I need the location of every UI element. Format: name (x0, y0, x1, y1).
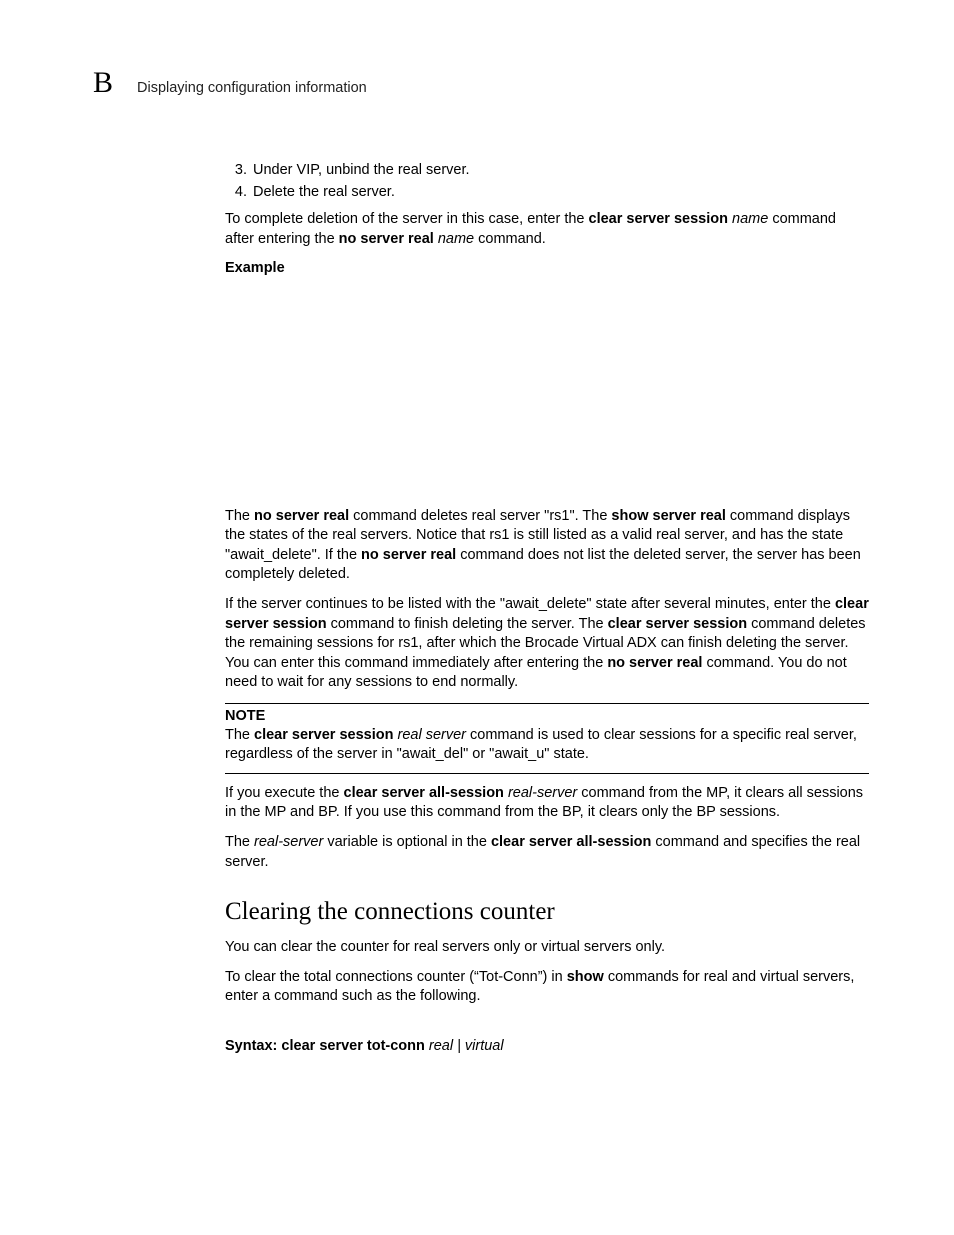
paragraph: If you execute the clear server all-sess… (225, 784, 869, 823)
variable-text: real server (393, 727, 466, 743)
list-item: Under VIP, unbind the real server. (251, 162, 869, 178)
text: command deletes real server "rs1". The (349, 508, 611, 524)
paragraph: To complete deletion of the server in th… (225, 210, 869, 249)
page: B Displaying configuration information U… (0, 0, 954, 1056)
command-text: no server real (361, 547, 456, 563)
command-text: clear server all-session (344, 785, 504, 801)
page-header-title: Displaying configuration information (137, 80, 367, 96)
paragraph: If the server continues to be listed wit… (225, 595, 869, 693)
text: The (225, 834, 254, 850)
appendix-letter: B (93, 66, 113, 100)
paragraph: The no server real command deletes real … (225, 507, 869, 585)
command-text: clear server session (589, 211, 728, 227)
note-heading: NOTE (225, 708, 869, 724)
paragraph: To clear the total connections counter (… (225, 968, 869, 1007)
example-label: Example (225, 259, 869, 279)
steps-list: Under VIP, unbind the real server. Delet… (225, 162, 869, 200)
command-text: clear server session (608, 616, 747, 632)
list-item: Delete the real server. (251, 184, 869, 200)
page-content: Under VIP, unbind the real server. Delet… (225, 162, 869, 1056)
note-body: The clear server session real server com… (225, 726, 869, 774)
paragraph: The real-server variable is optional in … (225, 833, 869, 872)
section-heading: Clearing the connections counter (225, 898, 869, 926)
text: To complete deletion of the server in th… (225, 211, 589, 227)
command-text: no server real (339, 231, 434, 247)
variable-text: name (728, 211, 768, 227)
variable-text: real-server (504, 785, 577, 801)
command-text: no server real (254, 508, 349, 524)
text: If you execute the (225, 785, 344, 801)
text: command to finish deleting the server. T… (327, 616, 608, 632)
paragraph: You can clear the counter for real serve… (225, 938, 869, 958)
command-text: clear server all-session (491, 834, 651, 850)
command-text: show server real (611, 508, 725, 524)
syntax-line: Syntax: clear server tot-conn real | vir… (225, 1037, 869, 1057)
text: The (225, 508, 254, 524)
note-block: NOTE The clear server session real serve… (225, 703, 869, 774)
text: command. (474, 231, 546, 247)
page-header: B Displaying configuration information (93, 66, 869, 100)
text: If the server continues to be listed wit… (225, 596, 835, 612)
variable-text: real | virtual (425, 1038, 504, 1054)
example-placeholder (225, 289, 869, 507)
command-text: show (567, 969, 604, 985)
variable-text: name (434, 231, 474, 247)
variable-text: real-server (254, 834, 323, 850)
text: variable is optional in the (323, 834, 491, 850)
command-text: clear server session (254, 727, 393, 743)
text: To clear the total connections counter (… (225, 969, 567, 985)
syntax-label: Syntax: (225, 1038, 281, 1054)
text: The (225, 727, 254, 743)
command-text: no server real (607, 655, 702, 671)
command-text: clear server tot-conn (281, 1038, 424, 1054)
